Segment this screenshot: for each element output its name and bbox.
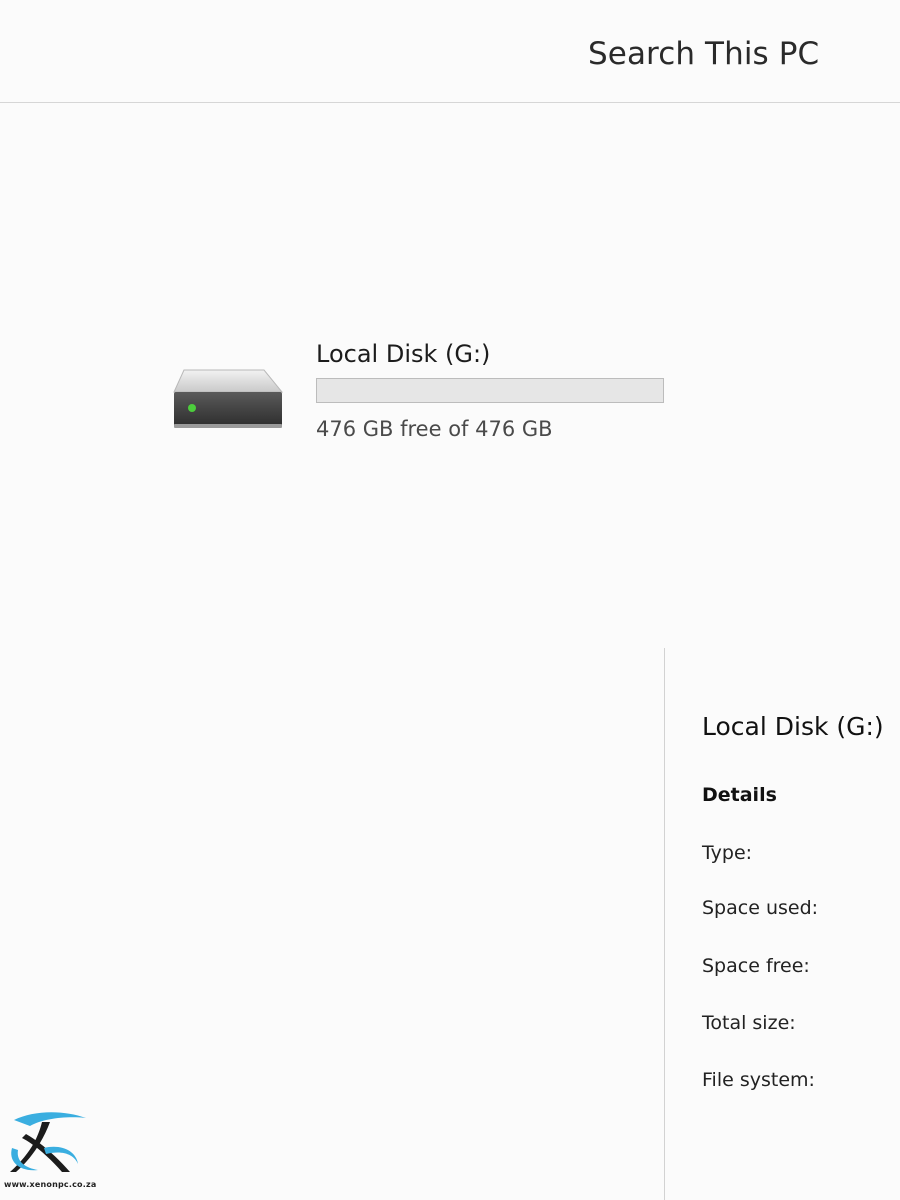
details-space-free-label: Space free: <box>702 955 810 977</box>
details-type-label: Type: <box>702 842 753 864</box>
watermark-url: www.xenonpc.co.za <box>4 1180 97 1189</box>
drive-usage-bar <box>316 378 664 403</box>
details-total-size-label: Total size: <box>702 1012 796 1034</box>
details-file-system-label: File system: <box>702 1069 815 1091</box>
drive-tile-local-disk-g[interactable]: Local Disk (G:) 476 GB free of 476 GB <box>168 336 678 452</box>
drive-name: Local Disk (G:) <box>316 340 491 368</box>
xenonpc-logo <box>10 1112 86 1172</box>
drive-status-light <box>188 404 196 412</box>
details-pane: Local Disk (G:) Details Type: Space used… <box>664 648 900 1200</box>
details-title: Local Disk (G:) <box>702 712 884 741</box>
details-heading: Details <box>702 784 777 806</box>
search-box[interactable]: Search This PC <box>0 0 900 103</box>
drive-free-space: 476 GB free of 476 GB <box>316 417 553 441</box>
details-space-used-label: Space used: <box>702 897 819 919</box>
watermark: www.xenonpc.co.za <box>4 1108 104 1196</box>
search-placeholder[interactable]: Search This PC <box>588 36 819 72</box>
hard-drive-icon <box>173 369 284 428</box>
